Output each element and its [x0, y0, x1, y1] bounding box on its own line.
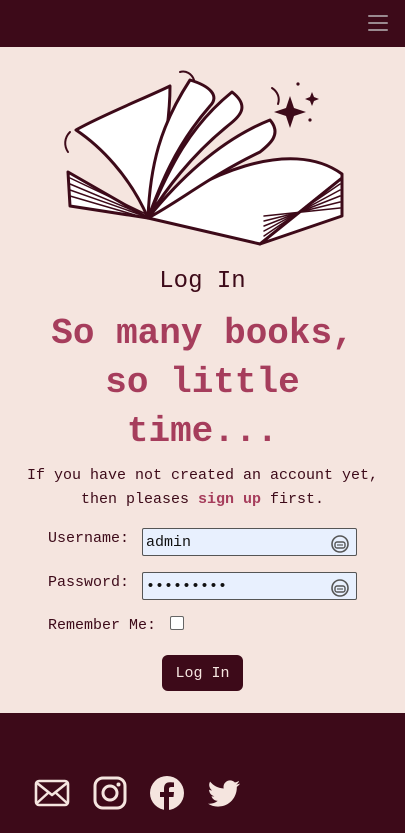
remember-me-label: Remember Me:: [48, 617, 157, 634]
top-navbar: [0, 0, 405, 47]
password-label: Password:: [48, 574, 130, 591]
username-label: Username:: [48, 530, 130, 547]
sign-up-link[interactable]: sign up: [198, 491, 261, 508]
password-manager-icon[interactable]: [330, 578, 350, 598]
footer: [0, 713, 405, 833]
tagline: So many books, so little time...: [51, 313, 354, 452]
username-input[interactable]: [142, 528, 357, 556]
mail-icon[interactable]: [34, 775, 70, 811]
password-manager-icon[interactable]: [330, 534, 350, 554]
twitter-icon[interactable]: [206, 775, 242, 811]
password-input[interactable]: [142, 572, 357, 600]
instagram-icon[interactable]: [92, 775, 128, 811]
intro-text: If you have not created an account yet, …: [26, 467, 379, 508]
open-book-illustration: [64, 70, 344, 246]
log-in-button[interactable]: Log In: [162, 655, 243, 691]
remember-me-checkbox[interactable]: [170, 616, 184, 630]
page-title: Log In: [159, 268, 246, 295]
hamburger-menu-icon[interactable]: [368, 14, 388, 32]
facebook-icon[interactable]: [149, 775, 185, 811]
